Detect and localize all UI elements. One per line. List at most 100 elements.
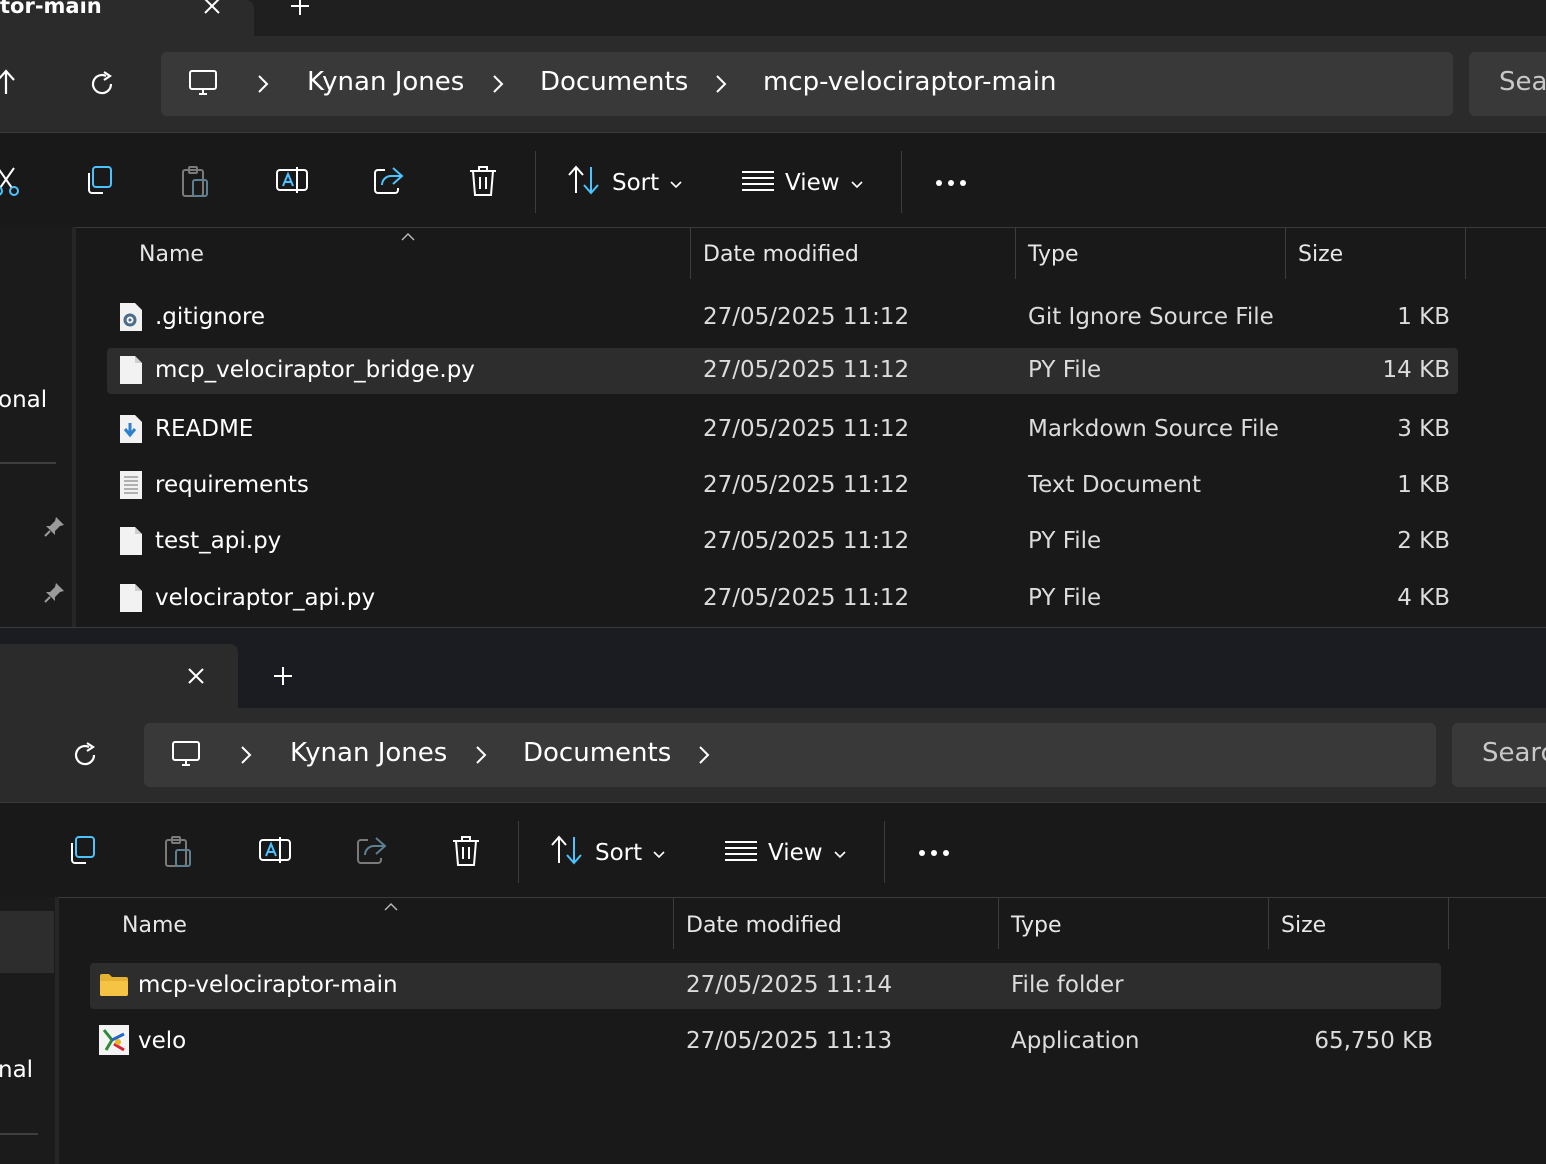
text-file-icon [119, 470, 143, 504]
column-divider[interactable] [673, 897, 674, 949]
breadcrumb-documents[interactable]: Documents [523, 738, 671, 768]
file-row-velo-application[interactable]: velo 27/05/2025 11:13 Application 65,750… [90, 1019, 1441, 1065]
address-bar[interactable]: Kynan Jones Documents [144, 723, 1436, 787]
cut-icon[interactable] [0, 158, 28, 202]
more-options-icon[interactable] [928, 158, 972, 202]
delete-icon[interactable] [461, 158, 505, 202]
file-list: Name Date modified Type Size mcp-velocir… [59, 897, 1546, 1164]
refresh-icon[interactable] [88, 70, 116, 102]
tab-mcp-velociraptor-main[interactable]: tor-main [0, 0, 254, 36]
navigation-pane: onal [0, 227, 74, 628]
copy-icon[interactable] [77, 158, 121, 202]
copy-icon[interactable] [60, 828, 104, 872]
command-bar: Sort View [0, 132, 1546, 228]
sidebar-item-selected[interactable] [0, 911, 54, 973]
chevron-down-icon [850, 170, 864, 196]
column-header-type[interactable]: Type [1011, 913, 1062, 938]
application-icon [98, 1024, 130, 1060]
breadcrumb-documents[interactable]: Documents [540, 67, 688, 97]
chevron-right-icon[interactable] [696, 744, 712, 770]
blank-file-icon [119, 526, 143, 560]
rename-icon[interactable] [269, 158, 313, 202]
paste-icon[interactable] [173, 158, 217, 202]
column-divider[interactable] [1465, 227, 1466, 279]
file-size: 3 KB [1397, 416, 1450, 442]
sort-menu-button[interactable]: Sort [549, 831, 666, 875]
chevron-right-icon[interactable] [490, 73, 506, 99]
column-header-size[interactable]: Size [1298, 242, 1343, 267]
file-type: Markdown Source File [1028, 416, 1279, 442]
column-divider[interactable] [1268, 897, 1269, 949]
file-name: README [155, 416, 254, 442]
file-row-requirements[interactable]: requirements 27/05/2025 11:12 Text Docum… [107, 463, 1458, 509]
new-tab-icon[interactable] [288, 0, 312, 22]
tab-documents[interactable] [0, 644, 238, 708]
navigation-bar: Kynan Jones Documents mcp-velociraptor-m… [0, 36, 1546, 132]
tab-strip: tor-main [0, 0, 1546, 36]
chevron-right-icon[interactable] [473, 744, 489, 770]
column-header-date-modified[interactable]: Date modified [703, 242, 859, 267]
rename-icon[interactable] [252, 828, 296, 872]
up-arrow-icon[interactable] [0, 68, 22, 100]
file-row-readme[interactable]: README 27/05/2025 11:12 Markdown Source … [107, 407, 1458, 453]
file-size: 1 KB [1397, 304, 1450, 330]
sidebar-item-label[interactable]: nal [0, 1057, 33, 1083]
this-pc-icon[interactable] [187, 67, 219, 103]
file-row-mcp-velociraptor-main-folder[interactable]: mcp-velociraptor-main 27/05/2025 11:14 F… [90, 963, 1441, 1009]
file-size: 4 KB [1397, 585, 1450, 611]
paste-icon[interactable] [156, 828, 200, 872]
file-date: 27/05/2025 11:12 [703, 528, 910, 554]
column-divider[interactable] [998, 897, 999, 949]
pin-icon[interactable] [42, 581, 66, 609]
file-type: PY File [1028, 528, 1102, 554]
chevron-right-icon[interactable] [713, 73, 729, 99]
navigation-pane: nal [0, 897, 58, 1164]
view-menu-button[interactable]: View [741, 161, 864, 205]
search-box[interactable]: Sear [1469, 52, 1546, 116]
file-date: 27/05/2025 11:12 [703, 472, 910, 498]
this-pc-icon[interactable] [170, 738, 202, 774]
chevron-right-icon[interactable] [255, 73, 271, 99]
close-tab-icon[interactable] [200, 0, 224, 22]
view-label: View [768, 840, 823, 866]
column-header-size[interactable]: Size [1281, 913, 1326, 938]
pin-icon[interactable] [42, 515, 66, 543]
chevron-right-icon[interactable] [238, 744, 254, 770]
search-box[interactable]: Searc [1452, 723, 1546, 787]
column-header-type[interactable]: Type [1028, 242, 1079, 267]
sort-arrows-icon [549, 834, 585, 872]
file-row-test-api[interactable]: test_api.py 27/05/2025 11:12 PY File 2 K… [107, 519, 1458, 565]
toolbar-separator [535, 151, 536, 213]
breadcrumb-kynan-jones[interactable]: Kynan Jones [290, 738, 447, 768]
file-row-mcp-velociraptor-bridge[interactable]: mcp_velociraptor_bridge.py 27/05/2025 11… [107, 348, 1458, 394]
view-list-icon [741, 168, 775, 198]
file-row-velociraptor-api[interactable]: velociraptor_api.py 27/05/2025 11:12 PY … [107, 576, 1458, 622]
file-size: 65,750 KB [1314, 1028, 1433, 1054]
file-type: PY File [1028, 585, 1102, 611]
file-row-gitignore[interactable]: .gitignore 27/05/2025 11:12 Git Ignore S… [107, 295, 1458, 341]
close-tab-icon[interactable] [184, 664, 208, 692]
column-divider[interactable] [1285, 227, 1286, 279]
breadcrumb-mcp-velociraptor-main[interactable]: mcp-velociraptor-main [763, 67, 1056, 97]
share-icon[interactable] [348, 828, 392, 872]
column-header-name[interactable]: Name [122, 913, 187, 938]
sort-menu-button[interactable]: Sort [566, 161, 683, 205]
sort-ascending-indicator-icon [383, 897, 399, 916]
address-bar[interactable]: Kynan Jones Documents mcp-velociraptor-m… [161, 52, 1453, 116]
column-divider[interactable] [1015, 227, 1016, 279]
sidebar-item-label[interactable]: onal [0, 387, 47, 413]
file-size: 2 KB [1397, 528, 1450, 554]
file-type: PY File [1028, 357, 1102, 383]
refresh-icon[interactable] [71, 741, 99, 773]
column-header-date-modified[interactable]: Date modified [686, 913, 842, 938]
breadcrumb-kynan-jones[interactable]: Kynan Jones [307, 67, 464, 97]
column-divider[interactable] [690, 227, 691, 279]
column-divider[interactable] [1448, 897, 1449, 949]
view-menu-button[interactable]: View [724, 831, 847, 875]
delete-icon[interactable] [444, 828, 488, 872]
share-icon[interactable] [365, 158, 409, 202]
new-tab-icon[interactable] [271, 664, 295, 692]
tab-strip [0, 628, 1546, 708]
column-header-name[interactable]: Name [139, 242, 204, 267]
more-options-icon[interactable] [911, 828, 955, 872]
